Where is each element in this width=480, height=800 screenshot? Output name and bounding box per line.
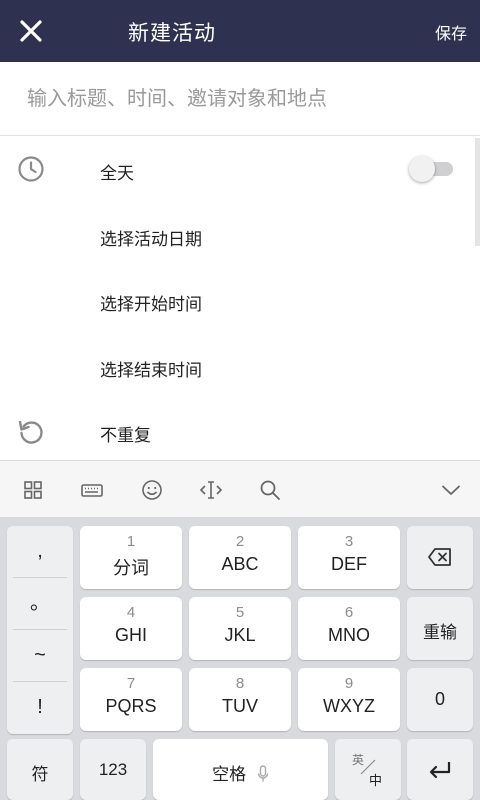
all-day-toggle[interactable] [409,156,453,182]
punct-key[interactable]: 。 [7,578,73,628]
key-7[interactable]: 7 PQRS [80,668,182,731]
symbol-label: 符 [31,765,49,784]
key-6[interactable]: 6 MNO [298,597,400,660]
key-1[interactable]: 1 分词 [80,526,182,589]
reenter-key[interactable]: 重输 [407,597,473,660]
key-number: 1 [126,533,136,550]
key-number: 2 [235,533,245,550]
key-3[interactable]: 3 DEF [298,526,400,589]
space-label: 空格 [212,765,247,784]
grid-icon[interactable] [20,477,46,503]
app-header: 新建活动 保存 [0,0,480,62]
page-title: 新建活动 [128,22,216,45]
key-label: JKL [224,625,256,645]
key-4[interactable]: 4 GHI [80,597,182,660]
enter-icon [429,762,451,779]
key-number: 3 [344,533,354,550]
backspace-icon [428,548,451,566]
punctuation-column[interactable]: , 。 ~ ! [7,526,73,734]
key-2[interactable]: 2 ABC [189,526,291,589]
punct-key[interactable]: ! [7,682,73,732]
search-icon[interactable] [257,477,283,503]
all-day-row[interactable]: 全天 [0,139,480,199]
mic-icon [257,765,269,782]
lang-bottom-label: 中 [369,773,383,788]
number-mode-key[interactable]: 123 [80,739,146,800]
select-start-time-label: 选择开始时间 [100,295,202,314]
key-label: GHI [114,625,147,645]
keyboard-toolbar [0,460,480,518]
key-label: PQRS [105,696,157,716]
all-day-label: 全天 [100,164,134,183]
key-label: ABC [221,554,259,574]
clock-icon [16,154,46,184]
emoji-icon[interactable] [139,477,165,503]
key-label: TUV [222,696,258,716]
symbol-key[interactable]: 符 [7,739,73,800]
select-start-time-row[interactable]: 选择开始时间 [0,270,480,330]
key-8[interactable]: 8 TUV [189,668,291,731]
key-number: 4 [126,604,136,621]
key-number: 5 [235,604,245,621]
cursor-icon[interactable] [198,477,224,503]
toggle-knob [409,156,435,182]
key-number: 7 [126,675,136,692]
reenter-label: 重输 [423,623,457,642]
t9-keyboard: , 。 ~ ! 1 分词 2 ABC 3 DEF 4 GHI 5 JKL 6 M… [0,518,480,800]
chevron-down-icon[interactable] [438,477,464,503]
repeat-icon [16,416,46,446]
select-end-time-label: 选择结束时间 [100,361,202,380]
language-switch-key[interactable]: 英 中 [335,739,401,800]
repeat-label: 不重复 [100,426,151,445]
key-9[interactable]: 9 WXYZ [298,668,400,731]
keyboard-icon[interactable] [79,477,105,503]
key-label: WXYZ [323,696,375,716]
save-button[interactable]: 保存 [435,20,467,44]
title-field-container [0,62,480,136]
number-mode-label: 123 [98,760,128,779]
key-label: MNO [328,625,370,645]
backspace-key[interactable] [407,526,473,589]
select-date-row[interactable]: 选择活动日期 [0,205,480,265]
key-label: DEF [331,554,367,574]
key-0[interactable]: 0 [407,668,473,731]
punct-key[interactable]: , [7,526,73,576]
select-date-label: 选择活动日期 [100,230,202,249]
punct-key[interactable]: ~ [7,630,73,680]
close-icon[interactable] [14,14,48,48]
key-label: 分词 [113,558,149,578]
key-5[interactable]: 5 JKL [189,597,291,660]
key-number: 8 [235,675,245,692]
key-number: 9 [344,675,354,692]
repeat-row[interactable]: 不重复 [0,401,480,461]
zero-label: 0 [434,689,445,709]
title-input[interactable] [27,82,457,116]
space-key[interactable]: 空格 [153,739,328,800]
enter-key[interactable] [407,739,473,800]
key-number: 6 [344,604,354,621]
select-end-time-row[interactable]: 选择结束时间 [0,336,480,396]
